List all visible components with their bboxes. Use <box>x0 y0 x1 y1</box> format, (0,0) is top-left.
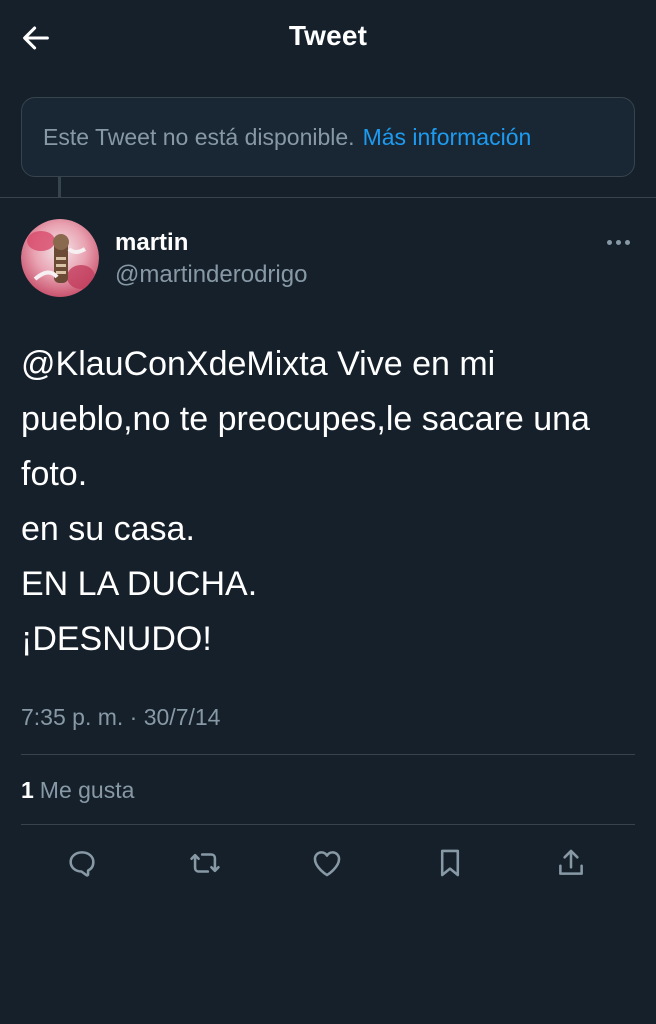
author-handle[interactable]: @martinderodrigo <box>115 261 307 289</box>
divider <box>21 754 635 755</box>
retweet-button[interactable] <box>185 843 225 883</box>
thread-connector-line <box>58 177 61 197</box>
likes-count: 1 <box>21 777 34 803</box>
tweet-line: foto. <box>21 455 88 493</box>
tweet-line: ¡DESNUDO! <box>21 620 212 658</box>
page-title: Tweet <box>288 20 368 51</box>
more-dots-icon <box>606 239 612 245</box>
author-name[interactable]: martin <box>115 229 188 257</box>
bookmark-button[interactable] <box>430 843 470 883</box>
tweet-line: EN LA DUCHA. <box>21 565 258 603</box>
more-dots-icon <box>624 239 630 245</box>
bookmark-icon <box>440 849 460 877</box>
reply-button[interactable] <box>62 843 102 883</box>
more-dots-icon <box>615 239 621 245</box>
share-icon <box>559 849 583 875</box>
unavailable-text: Este Tweet no está disponible. <box>43 123 355 150</box>
likes-stat[interactable]: 1 Me gusta <box>21 777 134 804</box>
tweet-line: en su casa. <box>21 510 195 548</box>
more-info-link[interactable]: Más información <box>363 124 532 151</box>
divider <box>0 197 656 198</box>
heart-icon <box>313 851 341 877</box>
likes-label: Me gusta <box>39 777 135 803</box>
like-button[interactable] <box>307 843 347 883</box>
more-options-button[interactable] <box>600 232 636 252</box>
tweet-line: pueblo,no te preocupes,le sacare una <box>21 400 590 438</box>
avatar-image <box>21 219 99 297</box>
retweet-icon <box>190 853 220 873</box>
top-bar: Tweet <box>0 0 656 76</box>
reply-icon <box>69 851 95 877</box>
avatar[interactable] <box>21 219 99 297</box>
tweet-timestamp: 7:35 p. m. · 30/7/14 <box>21 704 221 730</box>
share-button[interactable] <box>551 843 591 883</box>
tweet-text: @KlauConXdeMixta Vive en mi pueblo,no te… <box>21 337 646 667</box>
divider <box>21 824 635 825</box>
tweet-line: @KlauConXdeMixta Vive en mi <box>21 345 496 383</box>
unavailable-tweet-notice: Este Tweet no está disponible. Más infor… <box>21 97 635 177</box>
